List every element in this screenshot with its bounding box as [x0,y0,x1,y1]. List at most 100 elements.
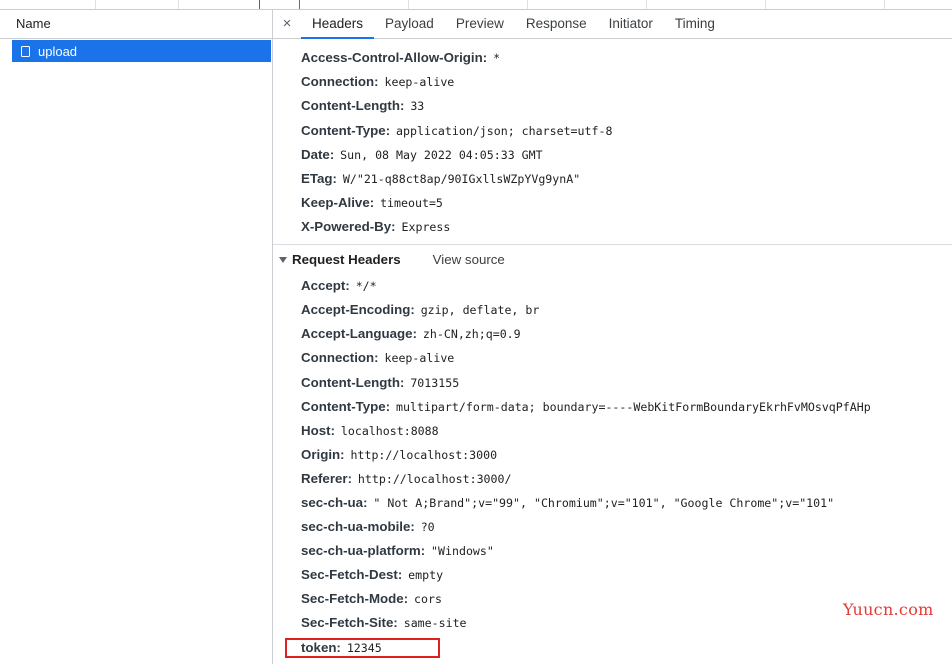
header-colon: : [399,375,405,390]
header-value: Sun, 08 May 2022 04:05:33 GMT [340,148,543,162]
header-value: 33 [410,99,425,113]
expand-triangle-icon[interactable] [279,257,287,263]
header-colon: : [403,591,409,606]
timeline-tick [646,0,647,9]
request-headers-title: Request Headers [292,252,401,267]
header-name: Content-Length [301,375,400,390]
details-tabbar: × Headers Payload Preview Response Initi… [273,10,952,39]
request-header-row: Referer: http://localhost:3000/ [301,469,511,489]
header-colon: : [374,350,379,365]
close-icon[interactable]: × [273,10,301,38]
header-value: cors [414,592,442,606]
header-name: Accept-Language [301,326,413,341]
request-header-row: Content-Type: multipart/form-data; bounda… [301,397,871,417]
header-value: W/"21-q88ct8ap/90IGxllsWZpYVg9ynA" [342,172,581,186]
response-header-row: Date: Sun, 08 May 2022 04:05:33 GMT [301,145,543,165]
header-value: same-site [403,616,467,630]
header-value: localhost:8088 [340,424,439,438]
tab-response[interactable]: Response [515,10,598,38]
request-header-row: sec-ch-ua-mobile: ?0 [301,517,435,537]
request-header-row: Accept: */* [301,276,377,296]
header-colon: : [393,615,398,630]
load-marker [299,0,300,9]
request-header-row: Accept-Encoding: gzip, deflate, br [301,300,539,320]
timeline-tick [408,0,409,9]
request-header-row: Host: localhost:8088 [301,421,439,441]
header-value: "Windows" [431,544,494,558]
response-header-row: X-Powered-By: Express [301,217,450,237]
tab-payload[interactable]: Payload [374,10,445,38]
tab-initiator[interactable]: Initiator [598,10,664,38]
header-value: ?0 [420,520,435,534]
document-icon [21,45,30,57]
header-name: Sec-Fetch-Dest [301,567,398,582]
header-colon: : [399,98,405,113]
dom-content-loaded-marker [259,0,260,9]
header-name: Content-Type [301,399,386,414]
request-row-upload[interactable]: upload [12,40,271,62]
request-header-row: Sec-Fetch-Mode: cors [301,589,442,609]
header-colon: : [345,278,350,293]
header-value: * [493,51,501,65]
header-colon: : [363,495,368,510]
header-colon: : [340,447,345,462]
request-details-pane: × Headers Payload Preview Response Initi… [273,10,952,664]
tab-headers[interactable]: Headers [301,10,375,39]
header-name: ETag [301,171,333,186]
header-name: sec-ch-ua-platform [301,543,421,558]
header-value: timeout=5 [380,196,443,210]
header-value: application/json; charset=utf-8 [396,124,613,138]
timeline-tick [527,0,528,9]
header-name: Keep-Alive [301,195,370,210]
header-name: Sec-Fetch-Site [301,615,394,630]
header-name: Referer [301,471,348,486]
timeline-tick [95,0,96,9]
header-value: */* [355,279,377,293]
header-colon: : [397,567,403,582]
name-column-header[interactable]: Name [0,10,272,39]
header-name: Access-Control-Allow-Origin [301,50,483,65]
header-colon: : [347,471,352,486]
header-name: Accept-Encoding [301,302,411,317]
header-colon: : [385,123,391,138]
header-value: 7013155 [410,376,460,390]
timeline-tick [884,0,885,9]
tab-preview[interactable]: Preview [445,10,515,38]
header-value: empty [408,568,444,582]
response-header-row: Keep-Alive: timeout=5 [301,193,443,213]
header-name: Sec-Fetch-Mode [301,591,404,606]
request-headers-section-header[interactable]: Request Headers View source [279,250,505,270]
response-header-row: Content-Length: 33 [301,96,424,116]
header-value: " Not A;Brand";v="99", "Chromium";v="101… [373,496,835,510]
header-name: sec-ch-ua [301,495,364,510]
header-colon: : [420,543,426,558]
header-colon: : [330,423,335,438]
header-colon: : [385,399,391,414]
header-name: Connection [301,74,375,89]
request-header-row: Content-Length: 7013155 [301,373,459,393]
header-name: X-Powered-By [301,219,392,234]
response-header-row: ETag: W/"21-q88ct8ap/90IGxllsWZpYVg9ynA" [301,169,580,189]
header-name: Accept [301,278,346,293]
tab-timing[interactable]: Timing [664,10,726,38]
view-source-link[interactable]: View source [433,250,505,270]
header-name: sec-ch-ua-mobile [301,519,411,534]
timeline-tick [178,0,179,9]
header-name: Host [301,423,331,438]
request-header-row: Connection: keep-alive [301,348,454,368]
waterfall-timeline [0,0,952,10]
request-header-row: Sec-Fetch-Site: same-site [301,613,467,633]
header-colon: : [410,519,415,534]
header-colon: : [410,302,415,317]
name-column-label: Name [16,16,51,31]
request-header-row: Origin: http://localhost:3000 [301,445,497,465]
response-header-row: Content-Type: application/json; charset=u… [301,121,612,141]
timeline-tick [765,0,766,9]
header-value: zh-CN,zh;q=0.9 [422,327,521,341]
request-list-pane: Name upload [0,10,273,664]
watermark: Yuucn.com [843,600,934,619]
header-value: Express [401,220,451,234]
header-colon: : [374,74,379,89]
request-header-row: sec-ch-ua: " Not A;Brand";v="99", "Chromi… [301,493,834,513]
header-name: Connection [301,350,375,365]
